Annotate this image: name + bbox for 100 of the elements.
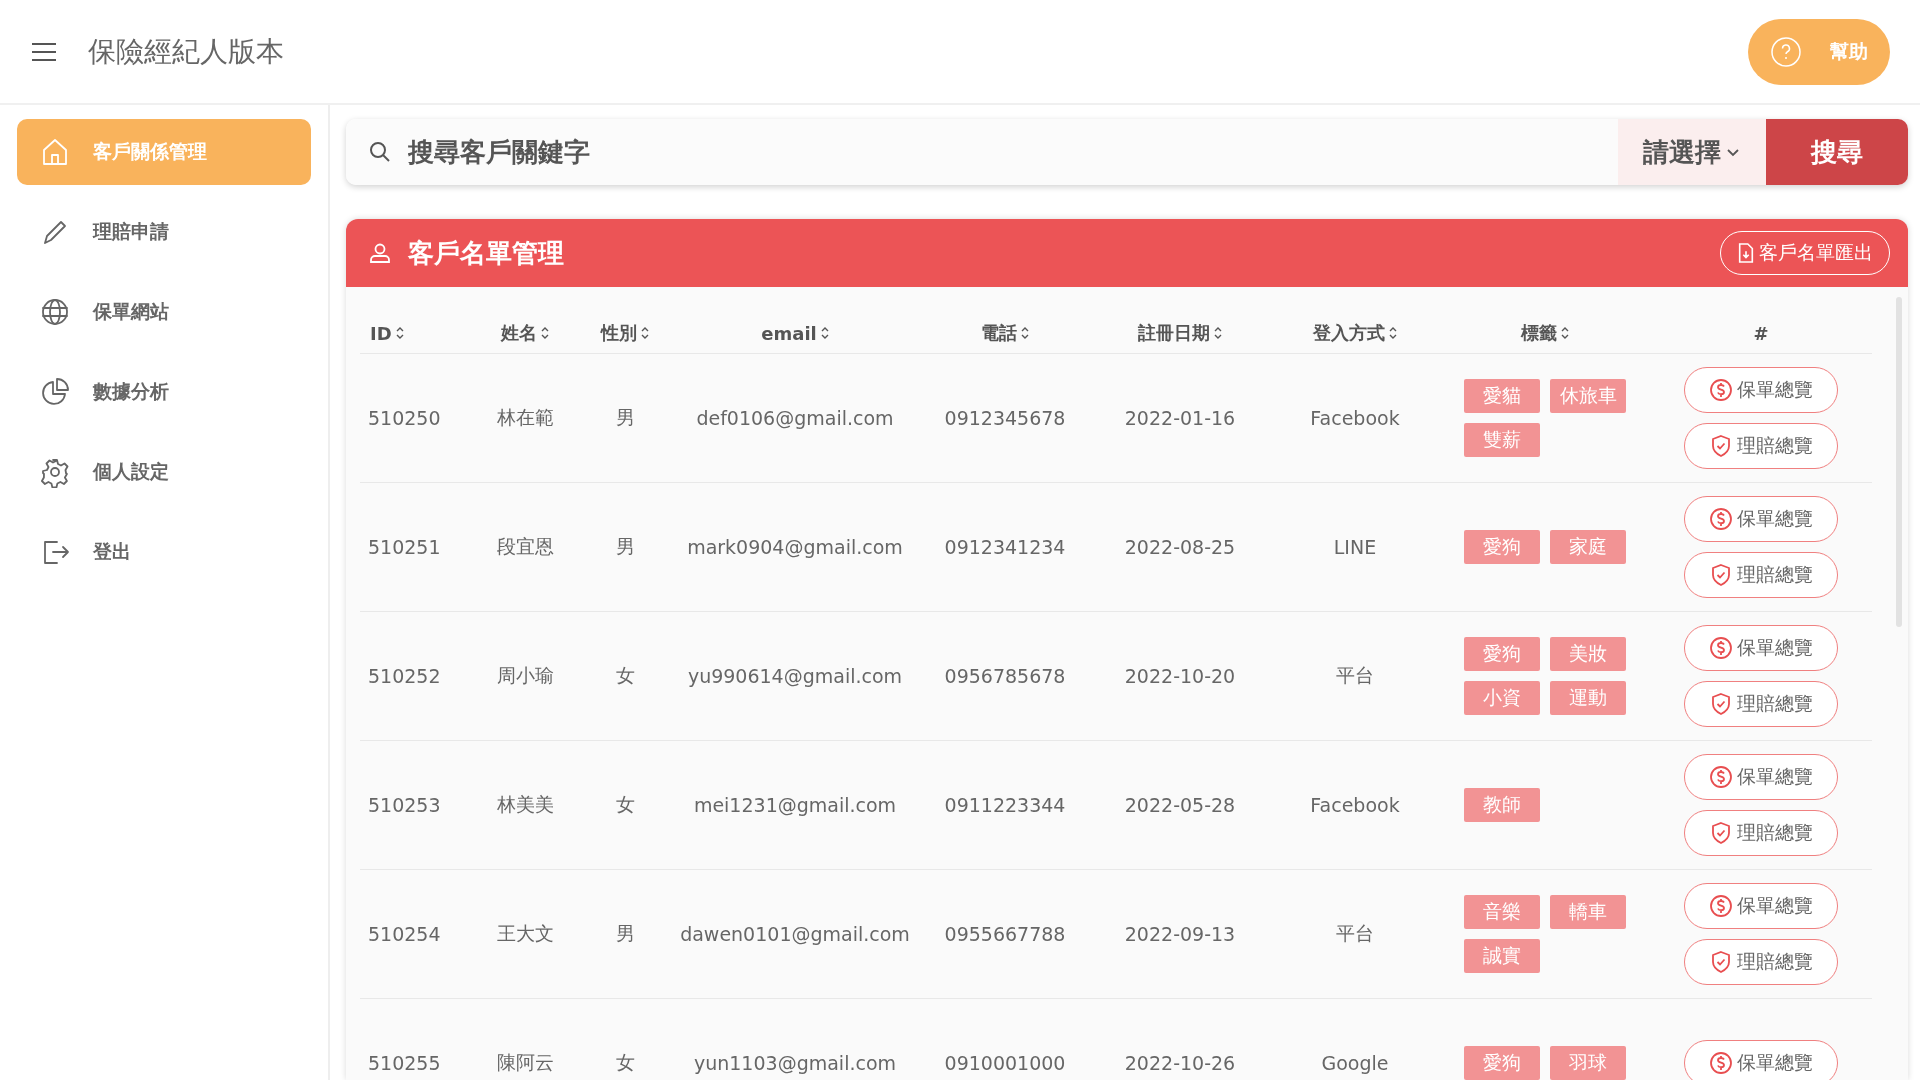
sort-icon[interactable]: [1561, 326, 1569, 340]
column-header[interactable]: 登入方式: [1270, 321, 1440, 345]
claims-overview-button[interactable]: 理賠總覽: [1684, 810, 1838, 856]
phone-cell-text: 0912345678: [943, 407, 1067, 429]
search-button[interactable]: 搜尋: [1766, 119, 1908, 185]
column-header[interactable]: ID: [360, 322, 470, 344]
login-method-cell-text: 平台: [1335, 663, 1375, 688]
email-cell-text: yu990614@gmail.com: [686, 665, 904, 687]
email-cell-text: dawen0101@gmail.com: [679, 923, 911, 945]
claims-overview-button[interactable]: 理賠總覽: [1684, 423, 1838, 469]
id-cell-text: 510250: [367, 407, 442, 429]
shield-check-icon: [1709, 434, 1733, 458]
shield-check-icon: [1709, 821, 1733, 845]
tag: 雙薪: [1464, 423, 1540, 457]
sort-icon[interactable]: [1021, 326, 1029, 340]
sort-icon[interactable]: [641, 326, 649, 340]
policy-overview-button[interactable]: 保單總覽: [1684, 1040, 1838, 1080]
email-cell-text: yun1103@gmail.com: [692, 1052, 898, 1074]
sidebar-item[interactable]: 個人設定: [17, 439, 311, 505]
tag: 羽球: [1550, 1046, 1626, 1080]
id-cell-text: 510255: [367, 1052, 442, 1074]
tag: 美妝: [1550, 637, 1626, 671]
user-icon: [368, 241, 392, 265]
date-cell-text: 2022-09-13: [1123, 923, 1237, 945]
gender-cell-text: 女: [614, 792, 636, 817]
name-cell-text: 段宜恩: [495, 534, 555, 559]
policy-overview-button[interactable]: 保單總覽: [1684, 496, 1838, 542]
column-header[interactable]: 註冊日期: [1090, 321, 1270, 345]
policy-overview-button[interactable]: 保單總覽: [1684, 367, 1838, 413]
policy-overview-button[interactable]: 保單總覽: [1684, 625, 1838, 671]
search-icon: [368, 140, 392, 164]
id-cell-text: 510252: [367, 665, 442, 687]
column-header: #: [1752, 322, 1770, 344]
tag: 音樂: [1464, 895, 1540, 929]
login-method-cell-text: Facebook: [1309, 794, 1401, 816]
name-cell-text: 林美美: [495, 792, 555, 817]
name-cell-text: 王大文: [495, 921, 555, 946]
claims-overview-button[interactable]: 理賠總覽: [1684, 552, 1838, 598]
column-header[interactable]: 標籤: [1440, 321, 1650, 345]
date-cell-text: 2022-05-28: [1123, 794, 1237, 816]
sidebar-item[interactable]: 登出: [17, 519, 311, 585]
file-download-icon: [1737, 242, 1755, 264]
email-cell-text: mei1231@gmail.com: [692, 794, 898, 816]
gender-cell-text: 男: [614, 921, 636, 946]
tag: 轎車: [1550, 895, 1626, 929]
date-cell-text: 2022-08-25: [1123, 536, 1237, 558]
sidebar-item[interactable]: 數據分析: [17, 359, 311, 425]
column-header[interactable]: 姓名: [470, 321, 580, 345]
globe-icon: [39, 296, 71, 328]
column-header[interactable]: email: [670, 322, 920, 344]
login-method-cell-text: 平台: [1335, 921, 1375, 946]
shield-check-icon: [1709, 692, 1733, 716]
card-title: 客戶名單管理: [408, 236, 564, 270]
tag: 愛狗: [1464, 1046, 1540, 1080]
sidebar-item[interactable]: 保單網站: [17, 279, 311, 345]
shield-check-icon: [1709, 563, 1733, 587]
pie-chart-icon: [39, 376, 71, 408]
id-cell-text: 510254: [367, 923, 442, 945]
date-cell-text: 2022-10-26: [1123, 1052, 1237, 1074]
tag: 小資: [1464, 681, 1540, 715]
sort-icon[interactable]: [1389, 326, 1397, 340]
policy-overview-button[interactable]: 保單總覽: [1684, 754, 1838, 800]
search-field[interactable]: 搜尋客戶關鍵字: [346, 119, 1618, 185]
dollar-icon: [1709, 765, 1733, 789]
gender-cell-text: 女: [614, 663, 636, 688]
menu-icon[interactable]: [30, 40, 58, 63]
column-header[interactable]: 性別: [580, 321, 670, 345]
phone-cell-text: 0912341234: [943, 536, 1067, 558]
email-cell-text: mark0904@gmail.com: [686, 536, 904, 558]
sort-icon[interactable]: [820, 326, 829, 340]
sidebar-item[interactable]: 理賠申請: [17, 199, 311, 265]
id-cell-text: 510253: [367, 794, 442, 816]
help-icon: [1770, 35, 1802, 68]
login-method-cell-text: LINE: [1332, 536, 1378, 558]
dollar-icon: [1709, 507, 1733, 531]
claims-overview-button[interactable]: 理賠總覽: [1684, 939, 1838, 985]
dollar-icon: [1709, 1051, 1733, 1075]
phone-cell-text: 0910001000: [943, 1052, 1067, 1074]
date-cell-text: 2022-01-16: [1123, 407, 1237, 429]
claims-overview-button[interactable]: 理賠總覽: [1684, 681, 1838, 727]
tag: 愛狗: [1464, 530, 1540, 564]
phone-cell-text: 0911223344: [943, 794, 1067, 816]
policy-overview-button[interactable]: 保單總覽: [1684, 883, 1838, 929]
gender-cell-text: 男: [614, 534, 636, 559]
scrollbar[interactable]: [1896, 297, 1902, 627]
dollar-icon: [1709, 378, 1733, 402]
sort-icon[interactable]: [541, 326, 549, 340]
sort-icon[interactable]: [1214, 326, 1222, 340]
settings-icon: [39, 456, 71, 488]
date-cell-text: 2022-10-20: [1123, 665, 1237, 687]
dollar-icon: [1709, 636, 1733, 660]
name-cell-text: 周小瑜: [495, 663, 555, 688]
column-header[interactable]: 電話: [920, 321, 1090, 345]
category-select[interactable]: 請選擇: [1618, 119, 1766, 185]
phone-cell-text: 0955667788: [943, 923, 1067, 945]
tag: 誠實: [1464, 939, 1540, 973]
search-input[interactable]: 搜尋客戶關鍵字: [406, 136, 1596, 168]
tag: 運動: [1550, 681, 1626, 715]
sort-icon[interactable]: [395, 326, 404, 340]
dollar-icon: [1709, 894, 1733, 918]
